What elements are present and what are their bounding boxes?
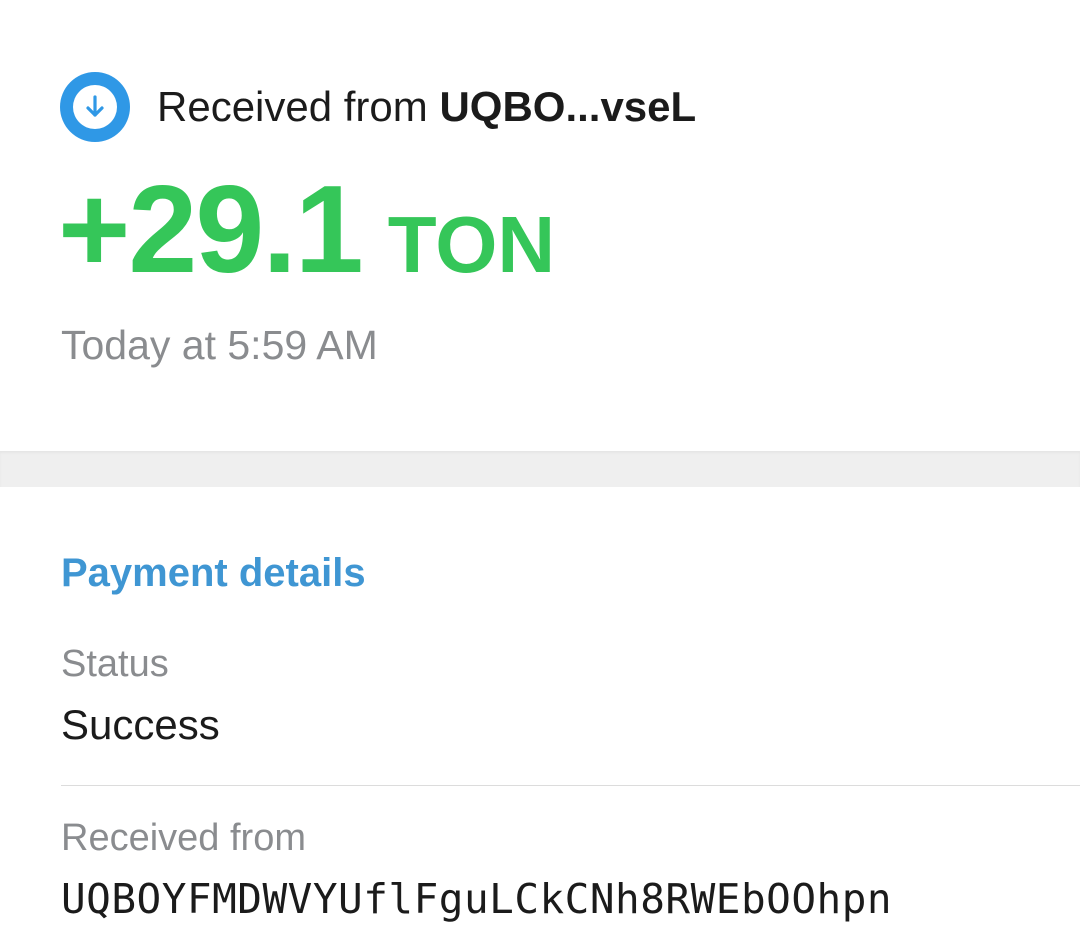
status-label: Status	[61, 643, 169, 685]
details-divider	[61, 785, 1080, 786]
arrow-down-glyph	[86, 95, 104, 117]
received-from-label: Received from	[61, 817, 306, 859]
section-separator	[0, 451, 1080, 487]
amount-currency: TON	[387, 200, 556, 289]
arrow-down-icon	[60, 72, 130, 142]
direction-label: Received from	[157, 83, 428, 130]
payment-details-title: Payment details	[61, 551, 366, 595]
counterparty-address-short[interactable]: UQBO...vseL	[439, 83, 696, 130]
transaction-direction-row: Received from UQBO...vseL	[60, 72, 696, 142]
received-from-address[interactable]: UQBOYFMDWVYUflFguLCkCNh8RWEbOOhpn	[61, 875, 892, 923]
transaction-amount: +29.1 TON	[58, 168, 555, 292]
status-value: Success	[61, 701, 220, 748]
amount-value: +29.1	[58, 161, 364, 299]
transaction-direction-text: Received from UQBO...vseL	[157, 83, 696, 131]
transaction-detail-page: Received from UQBO...vseL +29.1 TON Toda…	[0, 0, 1080, 938]
transaction-date: Today at 5:59 AM	[61, 322, 378, 368]
payment-details-section: Payment details Status Success Received …	[0, 487, 1080, 938]
transaction-summary-card: Received from UQBO...vseL +29.1 TON Toda…	[0, 0, 1080, 451]
arrow-down-icon-inner	[73, 85, 117, 129]
